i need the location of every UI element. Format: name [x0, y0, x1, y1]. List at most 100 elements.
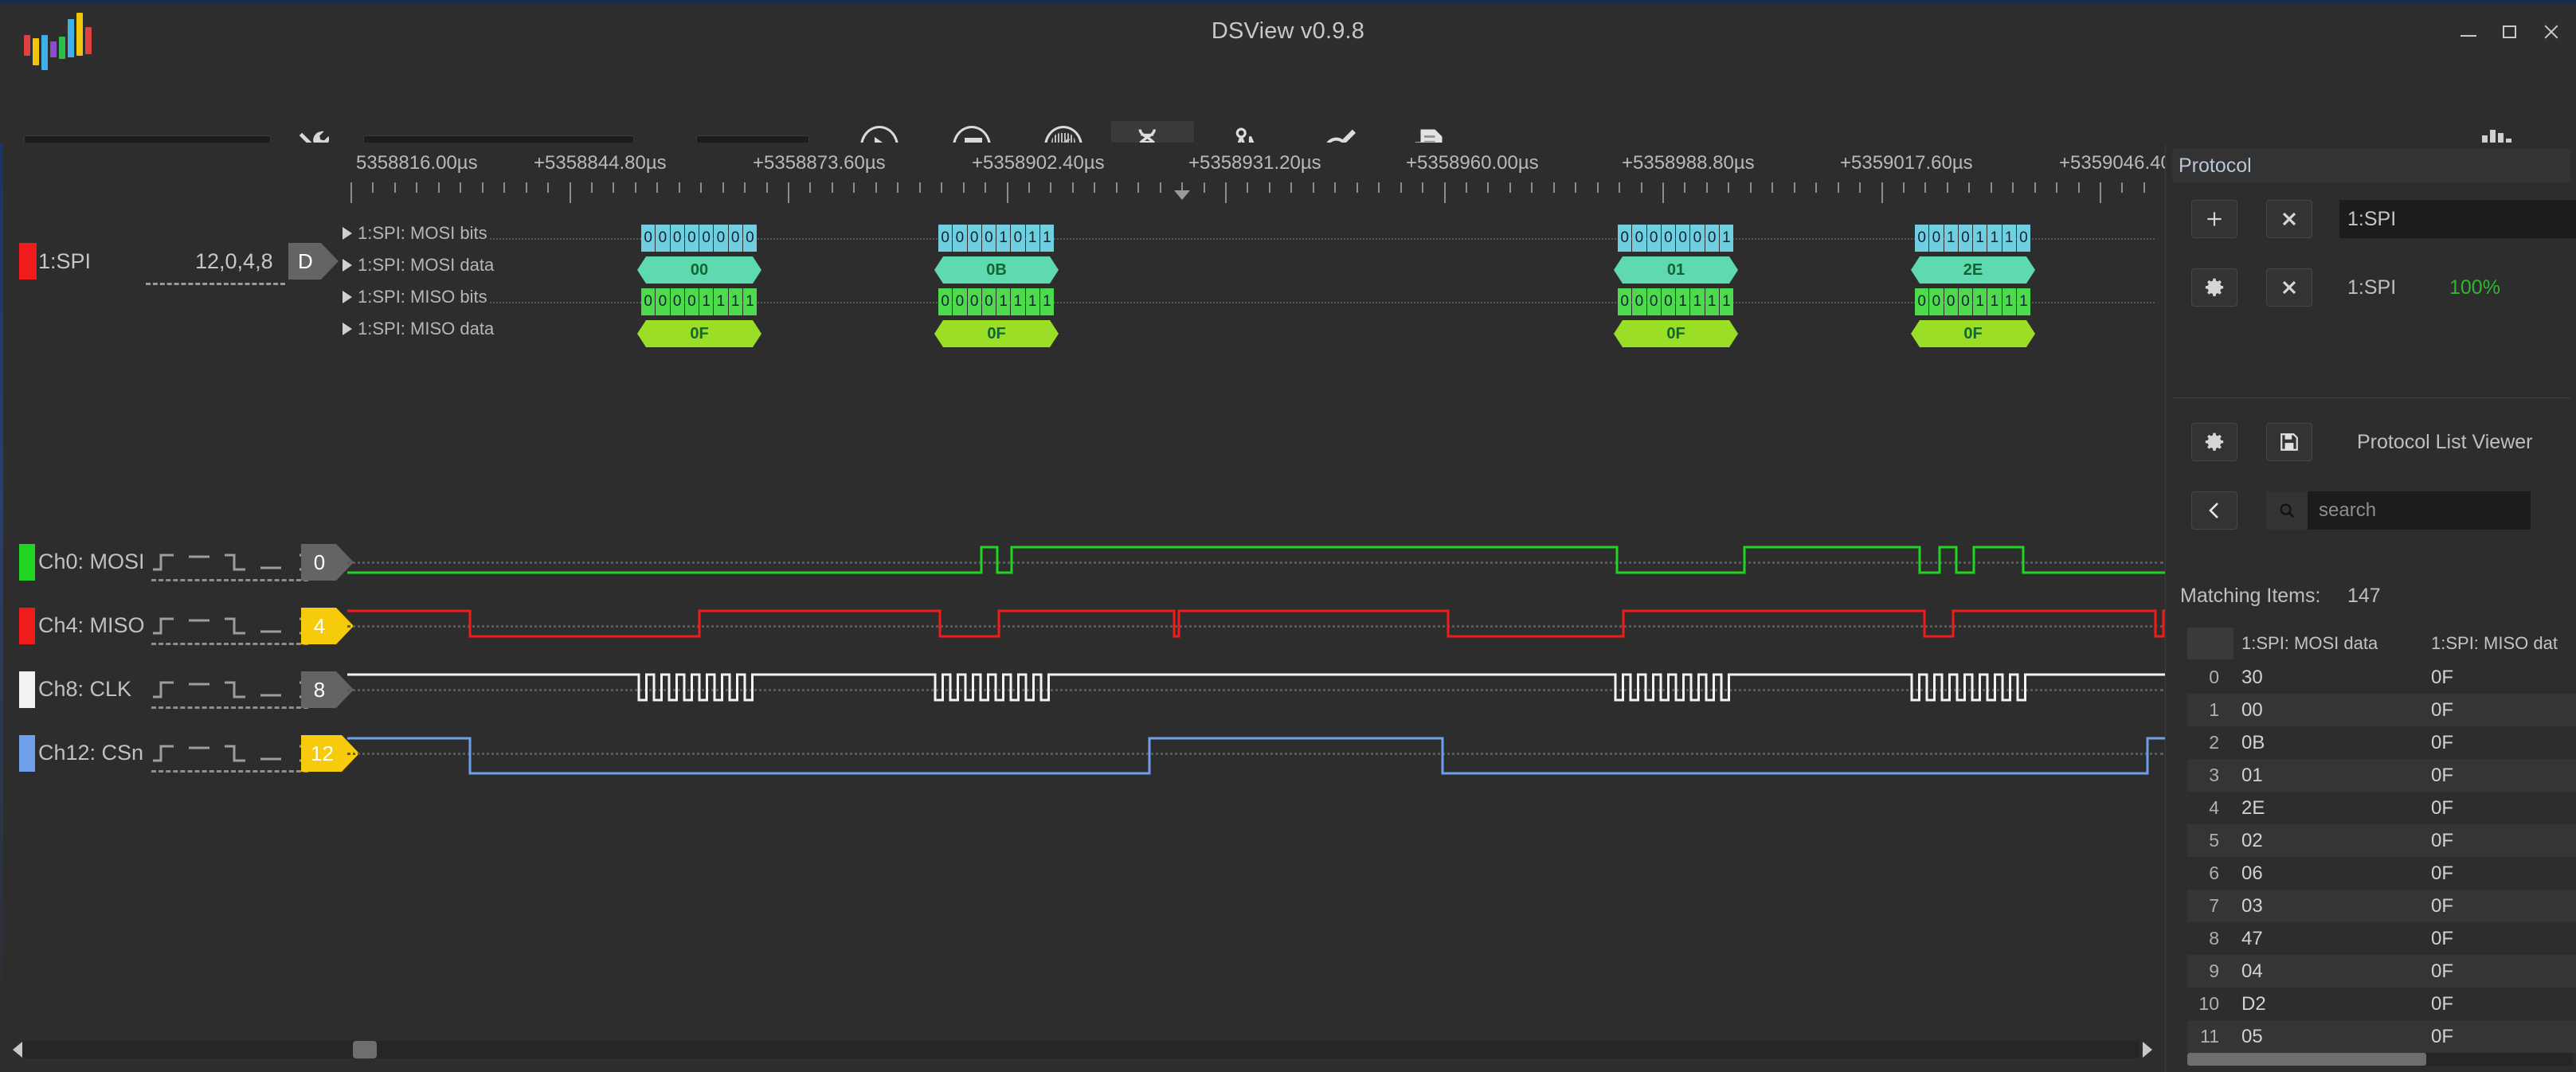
decoder-row-miso-data[interactable]: 1:SPI: MISO data: [343, 319, 494, 339]
table-row[interactable]: 2 0B 0F: [2187, 726, 2576, 759]
decoder-bit-row: 00101110: [1915, 225, 2031, 252]
high-level-icon[interactable]: [187, 743, 211, 768]
channel-color-swatch[interactable]: [19, 544, 35, 581]
decoder-badge[interactable]: D: [288, 243, 339, 280]
rising-edge-icon[interactable]: [151, 679, 175, 704]
ruler-minor-tick: [1619, 182, 1620, 193]
decoder-row-mosi-data[interactable]: 1:SPI: MOSI data: [343, 255, 494, 276]
decoder-row-mosi-bits[interactable]: 1:SPI: MOSI bits: [343, 223, 487, 244]
falling-edge-icon[interactable]: [223, 552, 247, 577]
remove-all-decoders-button[interactable]: [2266, 200, 2312, 238]
ruler-minor-tick: [416, 182, 417, 193]
ruler-minor-tick: [679, 182, 680, 193]
ruler-minor-tick: [744, 182, 746, 193]
table-row[interactable]: 1 00 0F: [2187, 694, 2576, 726]
decoder-name-field[interactable]: 1:SPI: [2339, 200, 2576, 238]
search-input[interactable]: search: [2266, 491, 2531, 530]
channel-color-swatch[interactable]: [19, 608, 35, 644]
decoder-bit-cell: 0: [1929, 225, 1944, 252]
high-level-icon[interactable]: [187, 679, 211, 704]
scroll-right-arrow-icon[interactable]: [2143, 1042, 2152, 1058]
falling-edge-icon[interactable]: [223, 616, 247, 640]
channel-color-swatch[interactable]: [19, 671, 35, 708]
horizontal-scrollbar[interactable]: [22, 1041, 2139, 1058]
decoder-bit-cell: 1: [2002, 288, 2016, 315]
channel-color-swatch[interactable]: [19, 735, 35, 772]
maximize-button[interactable]: [2500, 22, 2520, 42]
ruler-minor-tick: [656, 182, 658, 193]
decoder-bit-cell: 0: [641, 225, 656, 252]
ruler-minor-tick: [722, 182, 724, 193]
low-level-icon[interactable]: [259, 552, 283, 577]
trigger-condition-icons: [151, 616, 319, 640]
minimize-button[interactable]: [2458, 22, 2479, 42]
decoder-bit-cell: 0: [699, 225, 714, 252]
decoder-settings-button[interactable]: [2191, 268, 2237, 307]
falling-edge-icon[interactable]: [223, 679, 247, 704]
decoder-group: 1:SPI 12,0,4,8 D 1:SPI: MOSI bits 1:SPI:…: [0, 214, 2165, 347]
channel-index-badge[interactable]: 0: [301, 544, 354, 581]
gear-icon: [2205, 432, 2224, 451]
decoder-bit-cell: 0: [1705, 225, 1719, 252]
box-left-cap: [1614, 320, 1623, 347]
add-decoder-button[interactable]: [2191, 200, 2237, 238]
table-row[interactable]: 0 30 0F: [2187, 661, 2576, 694]
save-list-button[interactable]: [2266, 423, 2312, 461]
table-row[interactable]: 3 01 0F: [2187, 759, 2576, 792]
low-level-icon[interactable]: [259, 743, 283, 768]
ruler-minor-tick: [1050, 182, 1051, 193]
rising-edge-icon[interactable]: [151, 743, 175, 768]
table-row[interactable]: 11 05 0F: [2187, 1020, 2576, 1053]
table-row[interactable]: 8 47 0F: [2187, 922, 2576, 955]
column-header-mosi[interactable]: 1:SPI: MOSI data: [2233, 633, 2423, 654]
delete-decoder-button[interactable]: [2266, 268, 2312, 307]
cell-miso-data: 0F: [2431, 764, 2454, 786]
close-button[interactable]: [2541, 22, 2562, 42]
channel-index-badge[interactable]: 8: [301, 671, 354, 708]
decoder-bit-cell: 1: [1011, 288, 1025, 315]
rising-edge-icon[interactable]: [151, 552, 175, 577]
low-level-icon[interactable]: [259, 616, 283, 640]
table-row[interactable]: 5 02 0F: [2187, 824, 2576, 857]
channel-dash-line: [151, 706, 308, 709]
channel-midline: [347, 753, 2163, 755]
row-index: 8: [2209, 928, 2219, 949]
falling-edge-icon[interactable]: [223, 743, 247, 768]
channel-index-badge[interactable]: 12: [301, 735, 359, 772]
channel-dash-line: [151, 579, 308, 581]
table-row[interactable]: 4 2E 0F: [2187, 792, 2576, 824]
box-right-cap: [2026, 256, 2035, 284]
scroll-left-arrow-icon[interactable]: [13, 1042, 22, 1058]
scrollbar-thumb[interactable]: [353, 1041, 377, 1058]
box-right-cap: [2026, 320, 2035, 347]
back-button[interactable]: [2191, 491, 2237, 530]
decoder-row-miso-bits[interactable]: 1:SPI: MISO bits: [343, 287, 487, 307]
table-row[interactable]: 7 03 0F: [2187, 890, 2576, 922]
high-level-icon[interactable]: [187, 552, 211, 577]
rising-edge-icon[interactable]: [151, 616, 175, 640]
decoder-bit-cell: 1: [1973, 225, 1987, 252]
decoder-data-box: 01: [1614, 256, 1738, 284]
decoder-bit-cell: 1: [1039, 288, 1054, 315]
decoder-row-label: 1:SPI: MISO bits: [358, 287, 487, 307]
ruler-cursor-marker[interactable]: [1174, 190, 1190, 200]
low-level-icon[interactable]: [259, 679, 283, 704]
decoder-bit-cell: 1: [1025, 288, 1039, 315]
ruler-minor-tick: [1466, 182, 1467, 193]
decoder-bit-cell: 0: [1915, 288, 1929, 315]
decoder-data-box: 0F: [1614, 320, 1738, 347]
table-row[interactable]: 6 06 0F: [2187, 857, 2576, 890]
dock-horizontal-scrollbar[interactable]: [2187, 1053, 2573, 1066]
decoder-bit-cell: 1: [714, 288, 728, 315]
save-icon: [2280, 433, 2298, 451]
channel-index-badge[interactable]: 4: [301, 608, 354, 644]
scrollbar-thumb[interactable]: [2187, 1053, 2426, 1066]
ruler-minor-tick: [394, 182, 396, 193]
close-icon: [2282, 212, 2296, 226]
column-header-miso[interactable]: 1:SPI: MISO dat: [2423, 633, 2558, 654]
time-ruler[interactable]: 5358816.00µs +5358844.80µs +5358873.60µs +5…: [0, 143, 2165, 203]
list-viewer-settings-button[interactable]: [2191, 423, 2237, 461]
high-level-icon[interactable]: [187, 616, 211, 640]
table-row[interactable]: 9 04 0F: [2187, 955, 2576, 988]
table-row[interactable]: 10 D2 0F: [2187, 988, 2576, 1020]
